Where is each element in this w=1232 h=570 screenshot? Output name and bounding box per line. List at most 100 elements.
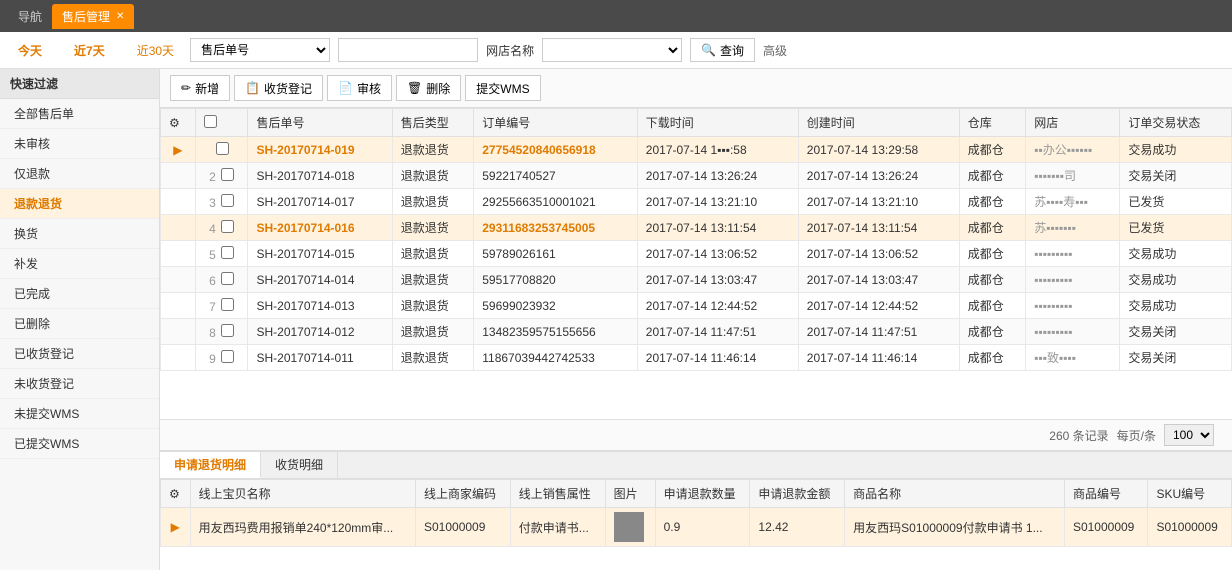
row-type: 退款退货: [392, 215, 474, 241]
row-status: 交易成功: [1120, 267, 1232, 293]
row-id: SH-20170714-014: [248, 267, 392, 293]
col-checkbox[interactable]: [195, 109, 248, 137]
row-shop: ▪▪▪▪▪▪▪▪▪: [1026, 319, 1120, 345]
submit-wms-button[interactable]: 提交WMS: [465, 75, 540, 101]
row-checkbox[interactable]: 2: [195, 163, 248, 189]
sidebar-item-refund-only[interactable]: 仅退款: [0, 159, 159, 189]
row-checkbox[interactable]: 9: [195, 345, 248, 371]
row-warehouse: 成都仓: [959, 215, 1025, 241]
table-row[interactable]: 9 SH-20170714-011 退款退货 11867039442742533…: [161, 345, 1232, 371]
row-checkbox[interactable]: 6: [195, 267, 248, 293]
col-settings[interactable]: ⚙: [161, 109, 196, 137]
sidebar-item-refund-return[interactable]: 退款退货: [0, 189, 159, 219]
shop-select[interactable]: [542, 38, 682, 62]
row-shop: ▪▪▪▪▪▪▪▪▪: [1026, 293, 1120, 319]
row-checkbox[interactable]: 7: [195, 293, 248, 319]
bcol-refund-qty: 申请退款数量: [655, 480, 750, 508]
tab-receive-detail[interactable]: 收货明细: [261, 452, 338, 478]
row-checkbox[interactable]: 8: [195, 319, 248, 345]
settings-icon[interactable]: ⚙: [169, 116, 180, 130]
search-input[interactable]: [338, 38, 478, 62]
bottom-table-body: ▶ 用友西玛费用报销单240*120mm审... S01000009 付款申请书…: [161, 508, 1232, 547]
search-button[interactable]: 🔍 查询: [690, 38, 755, 62]
sidebar-item-not-received[interactable]: 未收货登记: [0, 369, 159, 399]
table-row[interactable]: ▶ SH-20170714-019 退款退货 27754520840656918…: [161, 137, 1232, 163]
row-checkbox[interactable]: 5: [195, 241, 248, 267]
advanced-btn[interactable]: 高级: [763, 42, 787, 59]
row-select-checkbox[interactable]: [221, 350, 234, 363]
row-checkbox[interactable]: 4: [195, 215, 248, 241]
row-created: 2017-07-14 13:21:10: [798, 189, 959, 215]
row-select-checkbox[interactable]: [221, 324, 234, 337]
active-tab[interactable]: 售后管理 ✕: [52, 4, 134, 29]
receive-register-button[interactable]: 📋 收货登记: [234, 75, 323, 101]
sidebar-item-resend[interactable]: 补发: [0, 249, 159, 279]
bottom-settings-icon[interactable]: ⚙: [169, 487, 180, 501]
table-row[interactable]: 4 SH-20170714-016 退款退货 29311683253745005…: [161, 215, 1232, 241]
row-order: 59517708820: [474, 267, 638, 293]
table-row[interactable]: 7 SH-20170714-013 退款退货 59699023932 2017-…: [161, 293, 1232, 319]
row-download: 2017-07-14 13:11:54: [637, 215, 798, 241]
bcol-refund-amount: 申请退款金额: [750, 480, 845, 508]
row-warehouse: 成都仓: [959, 189, 1025, 215]
sidebar-item-all[interactable]: 全部售后单: [0, 99, 159, 129]
row-download: 2017-07-14 13:21:10: [637, 189, 798, 215]
field-select[interactable]: 售后单号: [190, 38, 330, 62]
row-checkbox[interactable]: [195, 137, 248, 163]
bottom-table-row[interactable]: ▶ 用友西玛费用报销单240*120mm审... S01000009 付款申请书…: [161, 508, 1232, 547]
bcol-product-code: 商品编号: [1064, 480, 1147, 508]
bcol-product-name: 商品名称: [845, 480, 1065, 508]
bottom-row-play: ▶: [161, 508, 191, 547]
sidebar-item-deleted[interactable]: 已删除: [0, 309, 159, 339]
row-select-checkbox[interactable]: [221, 272, 234, 285]
sidebar-item-exchange[interactable]: 换货: [0, 219, 159, 249]
sidebar-item-completed[interactable]: 已完成: [0, 279, 159, 309]
row-select-checkbox[interactable]: [221, 194, 234, 207]
sidebar-item-submitted[interactable]: 已提交WMS: [0, 429, 159, 459]
select-all-checkbox[interactable]: [204, 115, 217, 128]
row-select-checkbox[interactable]: [221, 168, 234, 181]
row-created: 2017-07-14 13:26:24: [798, 163, 959, 189]
filter-today-btn[interactable]: 今天: [10, 39, 50, 62]
row-created: 2017-07-14 13:11:54: [798, 215, 959, 241]
bottom-row-sku-code: S01000009: [1148, 508, 1232, 547]
sidebar-item-not-submitted[interactable]: 未提交WMS: [0, 399, 159, 429]
filter-30days-btn[interactable]: 近30天: [129, 39, 182, 62]
row-select-checkbox[interactable]: [221, 298, 234, 311]
bcol-settings[interactable]: ⚙: [161, 480, 191, 508]
row-order: 59221740527: [474, 163, 638, 189]
receive-label: 收货登记: [264, 80, 312, 97]
row-play: ▶: [161, 137, 196, 163]
filter-7days-btn[interactable]: 近7天: [66, 39, 113, 62]
add-button[interactable]: ✏ 新增: [170, 75, 230, 101]
per-page-select[interactable]: 100 50 20: [1164, 424, 1214, 446]
action-bar: ✏ 新增 📋 收货登记 📄 审核 🗑 删除 提交WMS: [160, 69, 1232, 108]
col-id: 售后单号: [248, 109, 392, 137]
tab-close-icon[interactable]: ✕: [116, 11, 124, 22]
row-download: 2017-07-14 12:44:52: [637, 293, 798, 319]
sidebar-item-received[interactable]: 已收货登记: [0, 339, 159, 369]
table-row[interactable]: 3 SH-20170714-017 退款退货 29255663510001021…: [161, 189, 1232, 215]
row-checkbox[interactable]: 3: [195, 189, 248, 215]
sidebar-item-unreviewed[interactable]: 未审核: [0, 129, 159, 159]
delete-button[interactable]: 🗑 删除: [396, 75, 461, 101]
table-row[interactable]: 5 SH-20170714-015 退款退货 59789026161 2017-…: [161, 241, 1232, 267]
table-row[interactable]: 8 SH-20170714-012 退款退货 13482359575155656…: [161, 319, 1232, 345]
tab-refund-detail[interactable]: 申请退货明细: [160, 452, 261, 478]
row-select-checkbox[interactable]: [216, 142, 229, 155]
review-button[interactable]: 📄 审核: [327, 75, 392, 101]
col-order: 订单编号: [474, 109, 638, 137]
row-num: 6: [209, 274, 216, 288]
table-row[interactable]: 2 SH-20170714-018 退款退货 59221740527 2017-…: [161, 163, 1232, 189]
row-order: 27754520840656918: [474, 137, 638, 163]
row-id: SH-20170714-017: [248, 189, 392, 215]
row-type: 退款退货: [392, 241, 474, 267]
row-shop: ▪▪▪▪▪▪▪▪▪: [1026, 267, 1120, 293]
row-type: 退款退货: [392, 267, 474, 293]
row-select-checkbox[interactable]: [221, 246, 234, 259]
pagination-bar: 260 条记录 每页/条 100 50 20: [160, 419, 1232, 450]
table-row[interactable]: 6 SH-20170714-014 退款退货 59517708820 2017-…: [161, 267, 1232, 293]
row-type: 退款退货: [392, 137, 474, 163]
row-select-checkbox[interactable]: [221, 220, 234, 233]
row-order: 11867039442742533: [474, 345, 638, 371]
